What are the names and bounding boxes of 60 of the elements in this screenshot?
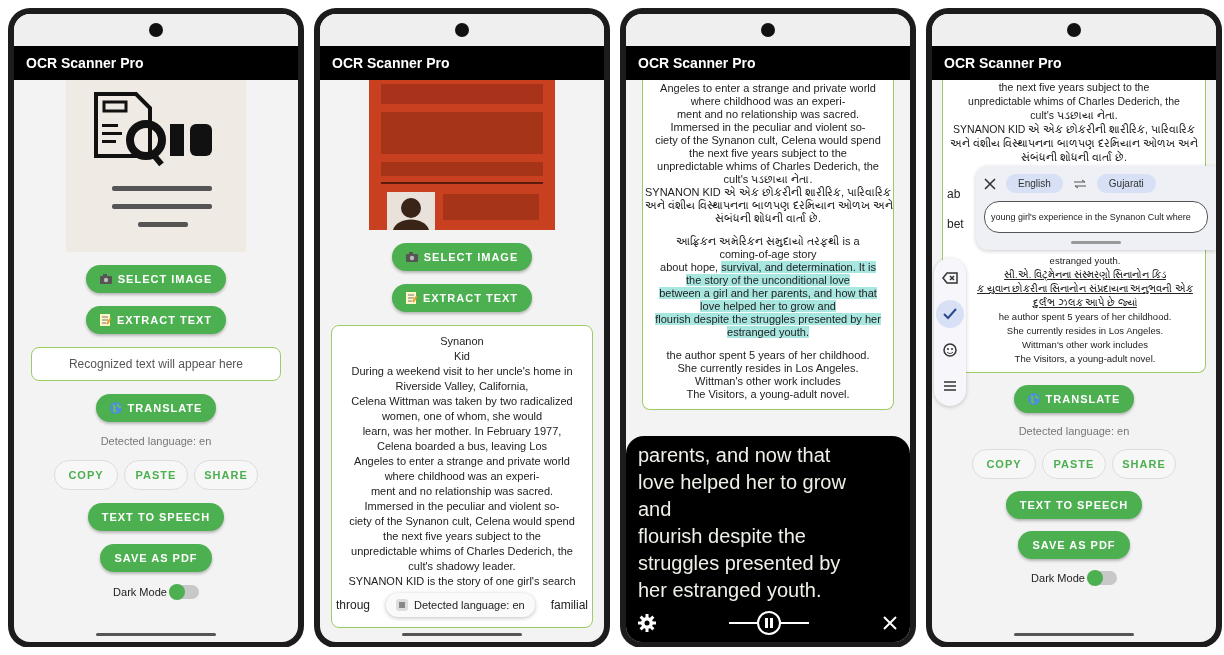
action-button[interactable]: PASTE xyxy=(1042,449,1106,479)
recognized-text: Synanon Kid During a weekend visit to her uncle's home in Riverside Valley, California, Celena Wittman was taken by two radicalized women, one of whom, she would learn, was her mother. In February 1977, Celena boarded a bus, leaving Los Angeles to enter a strange and private world where childhood was an experi- ment and no relationship was sacred. Immersed in the peculiar and violent so- ciety of the Synanon cult, Celena would spend the next five years subject to the unpredictable whims of Charles Dederich, the cult's shadowy leader. SYNANON KID is the story of one girl's search xyxy=(347,334,577,589)
recognized-text: આફ્રિકન અમેરિકન સમુદાયો તરફથી is a coming-of-age story about hope, survival, and determination. It is the story of the unconditional love between a girl and her parents, and how that love helped her to grow and flourish despite the struggles presented by her estranged youth. xyxy=(654,235,882,339)
memo-icon xyxy=(99,314,111,326)
settings-icon[interactable] xyxy=(638,614,656,632)
recognized-text: Angeles to enter a strange and private world where childhood was an experi- ment and no relationship was sacred. Immersed in the peculiar and violent so- ciety of the Synanon cult, Celena would spend the next five years subject to the unpredictable whims of Charles Dederich, the cult's પડછાયા નેતા. SYNANON KID એ એક છોકરીની શારીરિક, પારિવારિક અને વંશીય વિસ્થાપનના બાળપણ દરમિયાન ઓળખ અને સંબંધની શોધની વાર્તા છે. xyxy=(645,82,891,225)
text-fragment: ab xyxy=(947,187,961,201)
select-image-button[interactable]: SELECT IMAGE xyxy=(85,265,227,293)
text-fragment: bet xyxy=(947,217,964,231)
camera-cutout xyxy=(1067,23,1081,37)
app-icon xyxy=(396,599,408,611)
save-pdf-button[interactable]: SAVE AS PDF xyxy=(1018,531,1130,559)
globe-icon xyxy=(1027,393,1040,405)
extract-text-button[interactable]: EXTRACT TEXT xyxy=(391,284,533,312)
extract-text-button[interactable]: EXTRACT TEXT xyxy=(85,306,227,334)
app-title: OCR Scanner Pro xyxy=(332,55,450,71)
detected-language: Detected language: en xyxy=(1018,425,1130,437)
recognized-text: estranged youth. સી.એ. વિટ્મેનના સંસ્મરણો સિનાનોન કિડ ક યુવાન છોકરીના સિનાનોન સંપ્રદાયના અનુભવની એક દુર્લભ ઝલક આપે છે જ્યાં he author spent 5 years of her childhood. She currently resides in Los Angeles. Wittman's other work includes The Visitors, a young-adult novel. xyxy=(976,254,1194,366)
dark-mode-label: Dark Mode xyxy=(1031,572,1085,584)
detected-language: Detected language: en xyxy=(100,435,212,447)
action-button[interactable]: SHARE xyxy=(1112,449,1176,479)
dark-mode-toggle[interactable] xyxy=(168,585,199,599)
swap-icon xyxy=(1072,178,1087,189)
action-button[interactable]: SHARE xyxy=(194,460,258,490)
check-icon[interactable] xyxy=(936,300,964,328)
action-button[interactable]: COPY xyxy=(972,449,1036,479)
text-fragment: throug xyxy=(336,598,371,612)
text-to-speech-button[interactable]: TEXT TO SPEECH xyxy=(87,503,225,531)
target-language-chip[interactable]: Gujarati xyxy=(1096,174,1156,193)
translate-button[interactable]: TRANSLATE xyxy=(1013,385,1135,413)
pause-button[interactable] xyxy=(757,611,781,635)
recognized-text: the next five years subject to the unpredictable whims of Charles Dederich, the cult's પડછાયા નેતા. SYNANON KID એ એક છોકરીની શારીરિક, પારિવારિક અને વંશીય વિસ્થાપનના બાળપણ દરમિયાન ઓળખ અને સંબંધની શોધની વાર્તા છે. xyxy=(949,80,1199,164)
translate-button[interactable]: TRANSLATE xyxy=(95,394,217,422)
dark-mode-toggle[interactable] xyxy=(1086,571,1117,585)
action-button[interactable]: PASTE xyxy=(124,460,188,490)
save-pdf-button[interactable]: SAVE AS PDF xyxy=(100,544,212,572)
select-image-button[interactable]: SELECT IMAGE xyxy=(391,243,533,271)
camera-icon xyxy=(99,274,112,284)
translate-input[interactable]: young girl's experience in the Synanon Cult where xyxy=(984,201,1208,233)
toast-text: Detected language: en xyxy=(414,599,525,611)
source-language-chip[interactable]: English xyxy=(1006,174,1063,193)
camera-cutout xyxy=(761,23,775,37)
app-title: OCR Scanner Pro xyxy=(26,55,144,71)
close-icon[interactable] xyxy=(984,177,996,190)
camera-cutout xyxy=(149,23,163,37)
recognized-text-field[interactable]: Recognized text will appear here xyxy=(31,347,281,381)
drag-handle xyxy=(1071,241,1121,244)
action-button[interactable]: COPY xyxy=(54,460,118,490)
globe-icon xyxy=(109,402,122,414)
text-to-speech-button[interactable]: TEXT TO SPEECH xyxy=(1005,491,1143,519)
camera-icon xyxy=(405,252,418,262)
camera-cutout xyxy=(455,23,469,37)
app-title: OCR Scanner Pro xyxy=(944,55,1062,71)
read-aloud-text: parents, and now that love helped her to grow and flourish despite the struggles presented by her estranged youth. xyxy=(638,443,847,603)
app-title: OCR Scanner Pro xyxy=(638,55,756,71)
dark-mode-label: Dark Mode xyxy=(113,586,167,598)
text-fragment: familial xyxy=(550,598,588,612)
memo-icon xyxy=(405,292,417,304)
pause-icon xyxy=(765,618,773,628)
recognized-text: the author spent 5 years of her childhood. She currently resides in Los Angeles. Wittman's other work includes The Visitors, a young-adult novel. xyxy=(665,349,871,401)
